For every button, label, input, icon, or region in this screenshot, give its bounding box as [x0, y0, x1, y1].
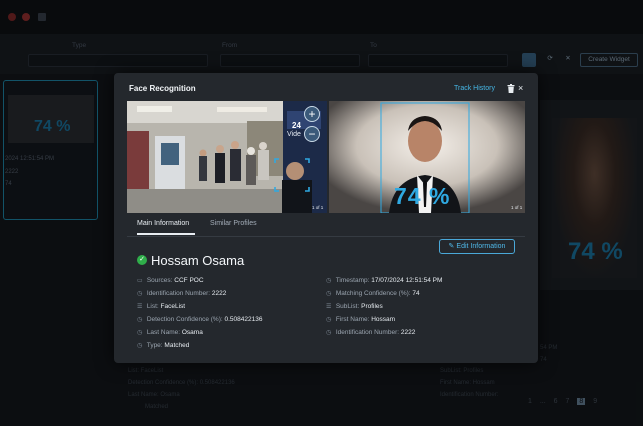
field-label: Type: [146, 342, 163, 349]
field-list: ☰ List: FaceList [137, 303, 185, 310]
list-icon: ☰ [326, 304, 332, 310]
field-value: 2222 [211, 290, 227, 297]
matched-check-icon: ✓ [137, 255, 147, 265]
clock-icon: ◷ [326, 278, 332, 284]
field-value: 2222 [400, 329, 416, 336]
field-sublist: ☰ SubList: Profiles [326, 303, 383, 310]
field-label: List: [146, 303, 159, 310]
field-sources: ▭ Sources: CCF POC [137, 277, 204, 284]
source-icon: ▭ [137, 278, 143, 284]
pencil-icon: ✎ [448, 243, 455, 250]
field-value: Profiles [361, 303, 383, 310]
name-icon: ◷ [326, 317, 332, 323]
confidence-icon: ◷ [326, 291, 332, 297]
field-value: 74 [412, 290, 420, 297]
exhibition-scene-illustration [127, 101, 327, 213]
field-label: Last Name: [146, 329, 181, 336]
field-label: SubList: [335, 303, 360, 310]
field-detection-confidence: ◷ Detection Confidence (%): 0.508422136 [137, 316, 262, 323]
close-icon[interactable]: × [518, 83, 523, 93]
field-timestamp: ◷ Timestamp: 17/07/2024 12:51:54 PM [326, 277, 442, 284]
field-identification-number: ◷ Identification Number: 2222 [137, 290, 226, 297]
scene-image-counter: 1 of 1 [312, 205, 324, 210]
tab-similar-profiles[interactable]: Similar Profiles [210, 220, 257, 227]
list-icon: ☰ [137, 304, 143, 310]
edit-information-label: Edit Information [456, 243, 506, 250]
field-value: FaceList [160, 303, 186, 310]
person-name: Hossam Osama [151, 253, 245, 268]
field-identification-number-2: ◷ Identification Number: 2222 [326, 329, 415, 336]
confidence-icon: ◷ [137, 317, 143, 323]
field-value: CCF POC [174, 277, 204, 284]
field-value: 0.508422136 [224, 316, 263, 323]
tab-main-information[interactable]: Main Information [137, 220, 189, 227]
field-last-name: ◷ Last Name: Osama [137, 329, 203, 336]
face-recognition-modal: Face Recognition Track History × 24 Vide… [114, 73, 538, 363]
zoom-in-icon[interactable]: + [304, 106, 320, 122]
match-percentage: 74 % [394, 183, 451, 209]
id-icon: ◷ [137, 291, 143, 297]
field-label: Identification Number: [335, 329, 400, 336]
field-label: Detection Confidence (%): [146, 316, 223, 323]
field-label: Timestamp: [335, 277, 370, 284]
profile-image-counter: 1 of 1 [511, 205, 523, 210]
field-value: Hossam [371, 316, 396, 323]
field-label: First Name: [335, 316, 370, 323]
field-value: Matched [164, 342, 190, 349]
booth-sign-text: Vide [287, 131, 301, 138]
id-icon: ◷ [326, 330, 332, 336]
name-icon: ◷ [137, 330, 143, 336]
field-label: Sources: [146, 277, 173, 284]
field-type: ◷ Type: Matched [137, 342, 189, 349]
field-matching-confidence: ◷ Matching Confidence (%): 74 [326, 290, 420, 297]
booth-sign-number: 24 [292, 121, 301, 130]
type-icon: ◷ [137, 343, 143, 349]
field-value: Osama [181, 329, 203, 336]
field-label: Identification Number: [146, 290, 211, 297]
modal-title: Face Recognition [129, 84, 196, 93]
tabs-divider [127, 236, 525, 237]
profile-image: 74 % 1 of 1 [329, 101, 525, 213]
track-history-link[interactable]: Track History [454, 85, 495, 92]
zoom-out-icon[interactable]: − [304, 126, 320, 142]
active-tab-indicator [137, 233, 195, 235]
field-label: Matching Confidence (%): [335, 290, 411, 297]
field-value: 17/07/2024 12:51:54 PM [371, 277, 443, 284]
edit-information-button[interactable]: ✎ Edit Information [439, 239, 515, 254]
scene-image: 24 Vide + − 1 of 1 [127, 101, 327, 213]
field-first-name: ◷ First Name: Hossam [326, 316, 395, 323]
trash-icon[interactable] [507, 84, 515, 93]
